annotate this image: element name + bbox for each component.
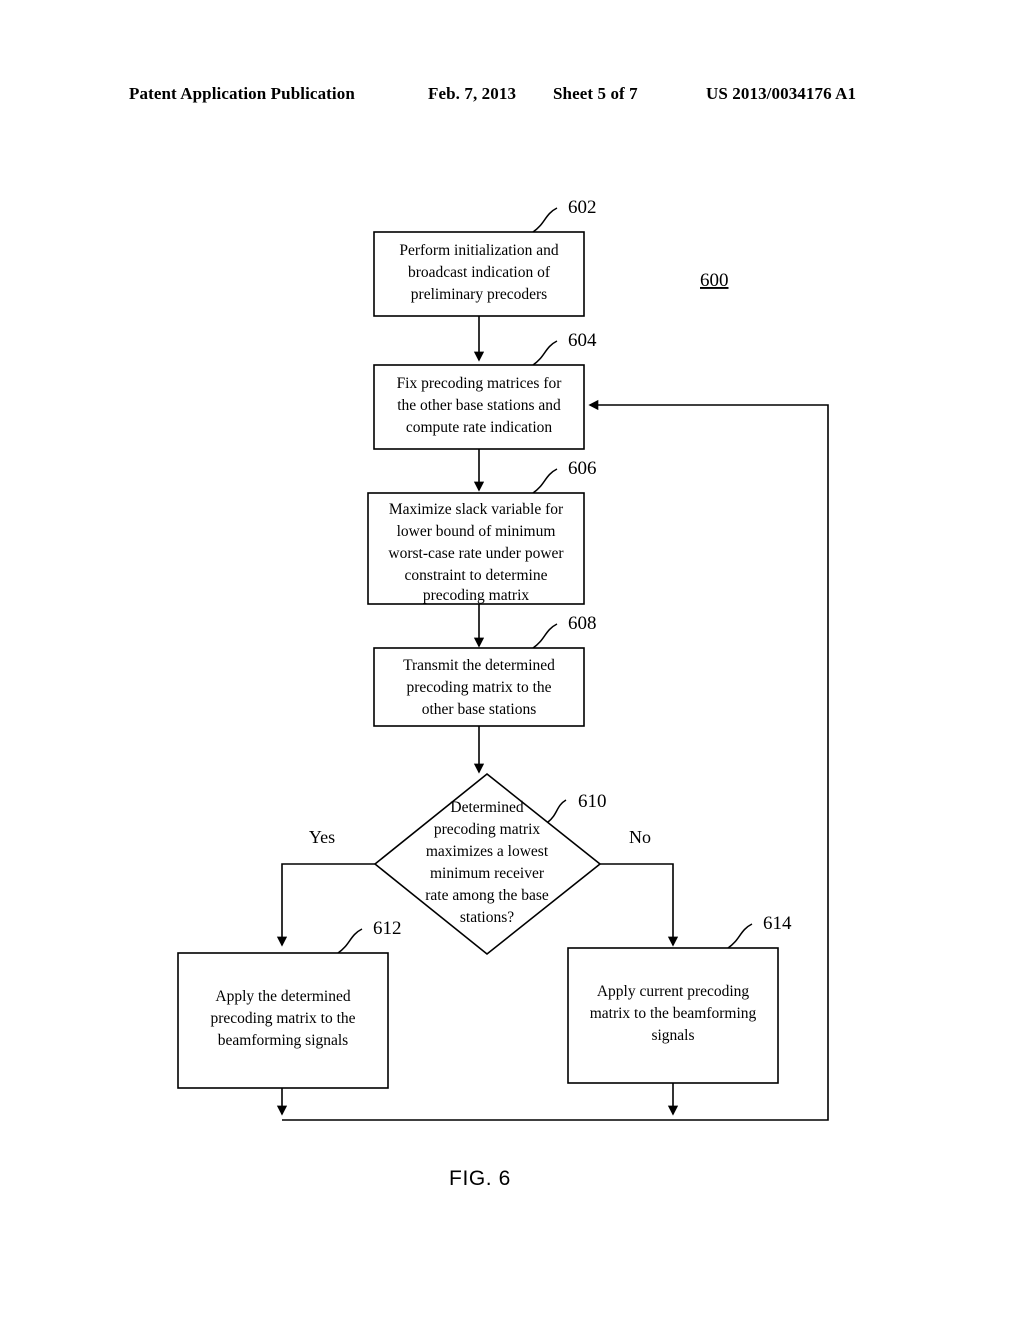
leader-line-606 bbox=[532, 468, 558, 494]
flow-node-612-line-1: Apply the determined bbox=[215, 988, 350, 1005]
flow-node-610[interactable]: Determined precoding matrix maximizes a … bbox=[373, 772, 602, 956]
flow-node-602[interactable]: Perform initialization and broadcast ind… bbox=[373, 231, 585, 317]
system-reference-numeral-600: 600 bbox=[700, 270, 729, 291]
flow-node-612[interactable]: Apply the determined precoding matrix to… bbox=[177, 952, 389, 1089]
leader-line-608 bbox=[532, 623, 558, 649]
branch-label-no: No bbox=[629, 827, 651, 847]
reference-numeral-608: 608 bbox=[568, 613, 597, 634]
flow-node-608-line-1: Transmit the determined bbox=[403, 657, 555, 674]
reference-numeral-606: 606 bbox=[568, 458, 597, 479]
flow-node-614[interactable]: Apply current precoding matrix to the be… bbox=[567, 947, 779, 1084]
leader-line-612 bbox=[337, 928, 363, 954]
leader-line-614 bbox=[727, 923, 753, 949]
flow-node-602-line-3: preliminary precoders bbox=[411, 286, 547, 303]
flow-node-610-line-4: minimum receiver bbox=[430, 865, 545, 882]
flow-node-614-line-2: matrix to the beamforming bbox=[590, 1005, 757, 1022]
flow-node-608-line-2: precoding matrix to the bbox=[406, 679, 551, 696]
leader-line-602 bbox=[532, 207, 558, 233]
flow-node-610-line-5: rate among the base bbox=[425, 887, 549, 904]
flow-node-606-line-3: worst-case rate under power bbox=[388, 545, 564, 562]
flow-node-606-line-1: Maximize slack variable for bbox=[389, 501, 564, 518]
reference-numeral-614: 614 bbox=[763, 913, 792, 934]
flow-node-610-line-2: precoding matrix bbox=[434, 821, 541, 838]
figure-caption: FIG. 6 bbox=[449, 1167, 511, 1190]
flow-node-606[interactable]: Maximize slack variable for lower bound … bbox=[367, 492, 585, 605]
flow-node-614-line-1: Apply current precoding bbox=[597, 983, 750, 1000]
connector-610-no-to-614 bbox=[600, 863, 679, 947]
leader-line-610 bbox=[547, 799, 567, 823]
flow-node-608-line-3: other base stations bbox=[422, 701, 537, 718]
flow-node-604-line-3: compute rate indication bbox=[406, 419, 553, 436]
flow-node-606-line-2: lower bound of minimum bbox=[397, 523, 556, 540]
flow-node-612-line-2: precoding matrix to the bbox=[210, 1010, 355, 1027]
branch-label-yes: Yes bbox=[309, 827, 335, 847]
leader-line-604 bbox=[532, 340, 558, 366]
flow-node-604-line-2: the other base stations and bbox=[397, 397, 561, 414]
flow-node-606-line-4: constraint to determine bbox=[405, 567, 548, 584]
flow-node-610-line-3: maximizes a lowest bbox=[426, 843, 549, 860]
reference-numeral-602: 602 bbox=[568, 197, 597, 218]
flow-node-606-line-5: precoding matrix bbox=[423, 587, 530, 604]
flow-node-614-line-3: signals bbox=[651, 1027, 694, 1044]
flow-node-604[interactable]: Fix precoding matrices for the other bas… bbox=[373, 364, 585, 450]
connector-610-yes-to-612 bbox=[276, 863, 375, 947]
flowchart-figure: Perform initialization and broadcast ind… bbox=[177, 197, 829, 1190]
reference-numeral-610: 610 bbox=[578, 791, 607, 812]
flow-node-610-line-1: Determined bbox=[450, 799, 523, 816]
flow-node-608[interactable]: Transmit the determined precoding matrix… bbox=[373, 647, 585, 727]
flow-node-604-line-1: Fix precoding matrices for bbox=[397, 375, 563, 392]
flow-node-602-line-2: broadcast indication of bbox=[408, 264, 551, 281]
flow-node-612-line-3: beamforming signals bbox=[218, 1032, 348, 1049]
flow-node-602-line-1: Perform initialization and bbox=[399, 242, 559, 259]
reference-numeral-604: 604 bbox=[568, 330, 597, 351]
reference-numeral-612: 612 bbox=[373, 918, 402, 939]
flow-node-610-line-6: stations? bbox=[460, 909, 514, 926]
